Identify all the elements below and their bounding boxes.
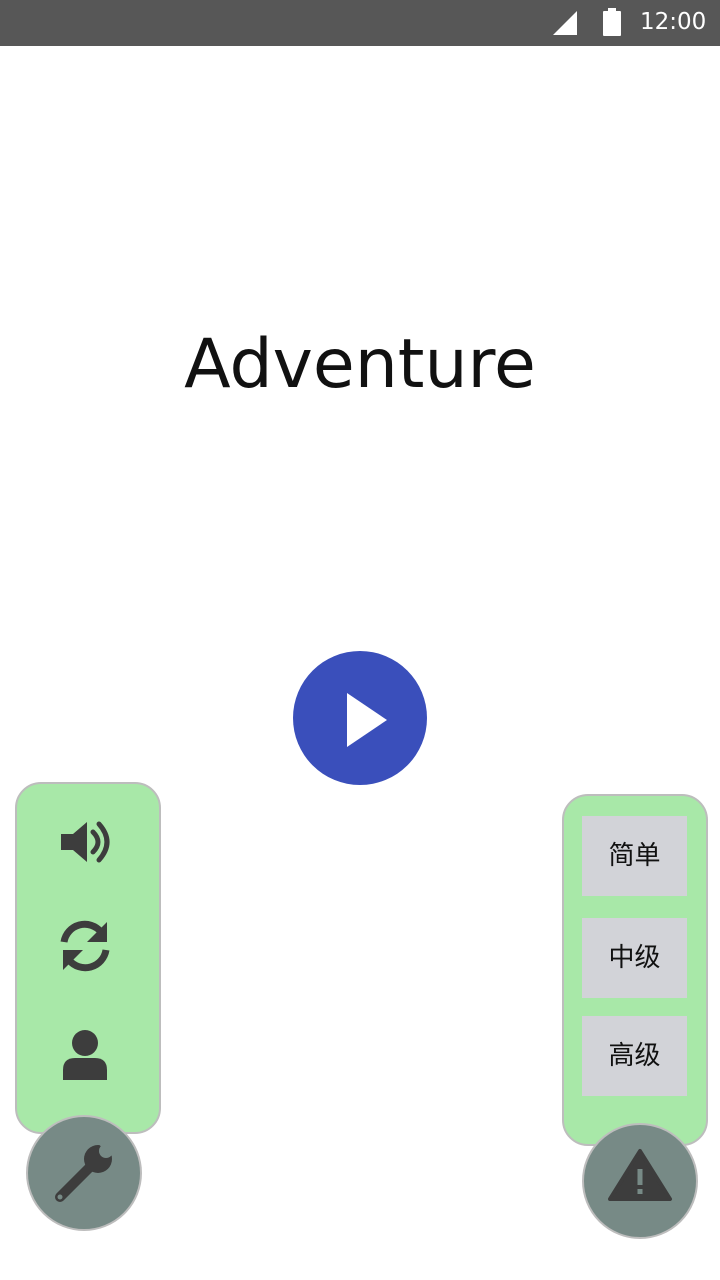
settings-panel (15, 782, 161, 1134)
profile-button[interactable] (55, 1024, 115, 1084)
refresh-icon (60, 920, 110, 972)
volume-icon (61, 821, 110, 863)
level-easy-button[interactable]: 简单 (582, 816, 687, 896)
warning-icon (608, 1149, 672, 1201)
screen: 12:00 Adventure 简单 中级 高级 (0, 0, 720, 1280)
level-hard-button[interactable]: 高级 (582, 1016, 687, 1096)
signal-icon (553, 11, 577, 35)
play-icon (347, 693, 387, 747)
user-icon (63, 1030, 107, 1080)
battery-icon (603, 8, 621, 36)
warning-fab[interactable] (582, 1123, 698, 1239)
wrench-icon (55, 1136, 117, 1202)
status-bar: 12:00 (0, 0, 720, 46)
app-title: Adventure (184, 325, 536, 404)
settings-fab[interactable] (26, 1115, 142, 1231)
refresh-button[interactable] (55, 916, 115, 976)
sound-button[interactable] (55, 812, 115, 872)
level-medium-button[interactable]: 中级 (582, 918, 687, 998)
difficulty-panel: 简单 中级 高级 (562, 794, 708, 1146)
play-button[interactable] (293, 651, 427, 785)
status-time: 12:00 (640, 9, 707, 35)
